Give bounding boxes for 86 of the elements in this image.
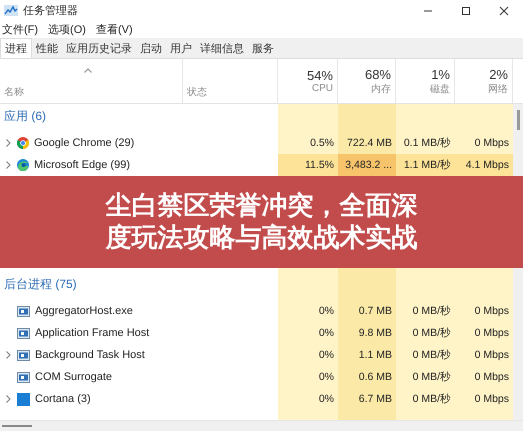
table-cell: 9.8 MB: [338, 322, 396, 344]
process-row[interactable]: Cortana (3) 0% 6.7 MB 0 MB/秒 0 Mbps: [0, 388, 513, 410]
window-icon: [17, 350, 30, 360]
process-row[interactable]: Application Frame Host 0% 9.8 MB 0 MB/秒 0 Mbps: [0, 322, 513, 344]
table-cell: 0%: [278, 344, 338, 366]
process-row[interactable]: AggregatorHost.exe 0% 0.7 MB 0 MB/秒 0 Mbps: [0, 300, 513, 322]
window-icon: [17, 306, 30, 316]
column-header[interactable]: 68% 内存: [338, 59, 396, 103]
table-cell: 0%: [278, 388, 338, 410]
table-cell: 0 MB/秒: [396, 300, 455, 322]
close-icon: [499, 6, 509, 16]
table-cell: 1.1 MB: [338, 344, 396, 366]
table-cell: 0%: [278, 366, 338, 388]
chrome-icon: [17, 137, 29, 149]
table-cell: 6.7 MB: [338, 388, 396, 410]
tab[interactable]: 应用历史记录: [62, 38, 136, 58]
usage-total: 68%: [364, 66, 391, 82]
expand-chevron-icon[interactable]: [6, 161, 11, 169]
column-header[interactable]: 名称: [0, 59, 183, 103]
table-cell: 722.4 MB: [338, 132, 396, 154]
table-cell: 0.6 MB: [338, 366, 396, 388]
table-cell: 0 Mbps: [455, 322, 513, 344]
column-header[interactable]: 状态: [183, 59, 278, 103]
process-name: Microsoft Edge (99): [34, 159, 130, 171]
app-icon: [17, 392, 30, 406]
column-header[interactable]: 1% 磁盘: [396, 59, 455, 103]
process-name: Application Frame Host: [35, 327, 150, 339]
table-cell: 0 MB/秒: [396, 388, 455, 410]
table-cell: 0.7 MB: [338, 300, 396, 322]
menu-item[interactable]: 文件(F): [2, 22, 38, 37]
column-label: 磁盘: [430, 82, 450, 96]
table-cell: 0 MB/秒: [396, 322, 455, 344]
window-icon: [17, 328, 30, 338]
tab[interactable]: 性能: [32, 38, 62, 58]
table-cell: 4.1 Mbps: [455, 154, 513, 176]
vertical-scrollbar[interactable]: [513, 104, 523, 176]
headline: 尘白禁区荣誉冲突，全面深度玩法攻略与高效战术实战: [106, 190, 418, 254]
menu-item[interactable]: 查看(V): [96, 22, 133, 37]
table-cell: 0 Mbps: [455, 344, 513, 366]
table-cell: 0 Mbps: [455, 388, 513, 410]
usage-total: 2%: [489, 66, 508, 82]
column-label: CPU: [312, 83, 333, 94]
process-row[interactable]: Microsoft Edge (99) 11.5% 3,483.2 ... 1.1 MB/秒 4.1 Mbps: [0, 154, 513, 176]
table-cell: 0 MB/秒: [396, 366, 455, 388]
expand-chevron-icon[interactable]: [6, 395, 11, 403]
usage-total: 1%: [431, 66, 450, 82]
table-cell: 3,483.2 ...: [338, 154, 396, 176]
menu-item[interactable]: 选项(O): [48, 22, 86, 37]
table-cell: 11.5%: [278, 154, 338, 176]
tab[interactable]: 详细信息: [196, 38, 248, 58]
process-name: COM Surrogate: [35, 371, 112, 383]
column-label: 网络: [488, 82, 508, 96]
window-icon: [17, 372, 30, 382]
table-cell: 0 Mbps: [455, 366, 513, 388]
edge-icon: [17, 159, 29, 171]
tab[interactable]: 用户: [166, 38, 196, 58]
process-row[interactable]: COM Surrogate 0% 0.6 MB 0 MB/秒 0 Mbps: [0, 366, 513, 388]
process-name: Google Chrome (29): [34, 137, 134, 149]
table-cell: 0.5%: [278, 132, 338, 154]
task-manager-icon: [4, 5, 18, 16]
tab[interactable]: 进程: [0, 38, 32, 58]
expand-chevron-icon[interactable]: [6, 139, 11, 147]
process-name: Background Task Host: [35, 349, 145, 361]
group-header[interactable]: 后台进程 (75): [0, 272, 183, 300]
process-row[interactable]: Google Chrome (29) 0.5% 722.4 MB 0.1 MB/秒 0 Mbps: [0, 132, 513, 154]
column-label: 内存: [371, 82, 391, 96]
table-cell: 0.1 MB/秒: [396, 132, 455, 154]
expand-chevron-icon[interactable]: [6, 351, 11, 359]
table-cell: 0 MB/秒: [396, 344, 455, 366]
maximize-icon: [461, 6, 471, 16]
usage-total: 54%: [306, 68, 333, 83]
tab[interactable]: 启动: [136, 38, 166, 58]
scrollbar-thumb[interactable]: [516, 110, 520, 130]
group-header[interactable]: 应用 (6): [0, 104, 183, 132]
tab[interactable]: 服务: [248, 38, 278, 58]
window-title: 任务管理器: [23, 4, 79, 18]
table-cell: 0 Mbps: [455, 300, 513, 322]
table-cell: 0 Mbps: [455, 132, 513, 154]
process-name: AggregatorHost.exe: [35, 305, 133, 317]
process-name: Cortana (3): [35, 393, 91, 405]
process-row[interactable]: Background Task Host 0% 1.1 MB 0 MB/秒 0 Mbps: [0, 344, 513, 366]
table-cell: 0%: [278, 300, 338, 322]
table-cell: 0%: [278, 322, 338, 344]
column-header[interactable]: 54% CPU: [278, 59, 338, 103]
table-cell: 1.1 MB/秒: [396, 154, 455, 176]
scrollbar-thumb[interactable]: [2, 425, 32, 427]
